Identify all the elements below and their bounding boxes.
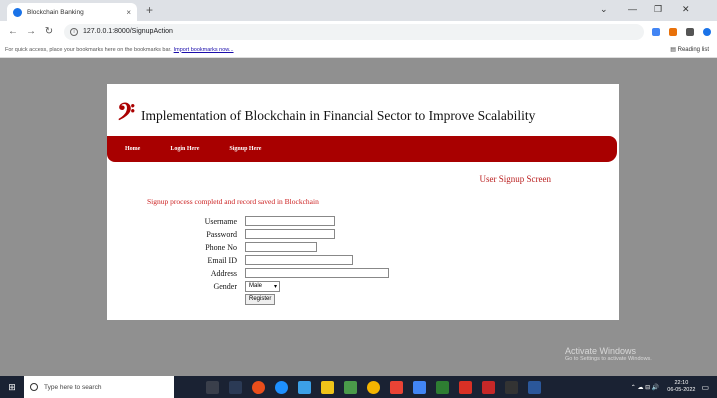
password-input[interactable] [245,229,335,239]
new-tab-button[interactable]: + [146,3,153,17]
reading-list-button[interactable]: ▤ Reading list [670,46,709,53]
tab-strip: Blockchain Banking × + ⌄ — ❐ ✕ [0,0,717,21]
tab-search-chevron-icon[interactable]: ⌄ [600,4,608,15]
app-icon[interactable] [413,380,426,394]
chevron-down-icon: ▾ [273,283,277,290]
taskbar-clock[interactable]: 22:10 06-05-2022 [667,380,695,394]
watermark-title: Activate Windows [565,346,637,356]
edge-icon[interactable] [275,380,288,394]
nav-home[interactable]: Home [125,146,140,152]
gender-label: Gender [213,281,237,291]
username-label: Username [204,216,237,226]
site-title: Implementation of Blockchain in Financia… [141,108,536,123]
register-button[interactable]: Register [245,293,276,305]
bookmarks-bar: For quick access, place your bookmarks h… [0,42,717,58]
search-icon [30,383,38,391]
url-text: 127.0.0.1:8000/SignupAction [83,28,173,35]
extension-icons [652,27,711,36]
gender-value: Male [249,283,263,289]
file-explorer-icon[interactable] [321,380,334,394]
shield-icon[interactable] [703,27,711,36]
system-tray: ⌃ ☁ ⊟ 🔊 22:10 06-05-2022 ▭ [631,376,717,398]
reading-list-label: Reading list [677,47,709,53]
task-view-icon[interactable] [229,380,242,394]
pdf-icon[interactable] [459,380,472,394]
activate-windows-watermark: Activate Windows Go to Settings to activ… [565,346,652,362]
close-tab-icon[interactable]: × [126,8,131,17]
address-bar[interactable]: i 127.0.0.1:8000/SignupAction [64,23,644,40]
username-input[interactable] [245,216,335,226]
forward-icon[interactable]: → [26,26,36,37]
app-icon[interactable] [252,380,265,394]
windows-start-icon[interactable]: ⊞ [0,376,24,398]
tray-icons[interactable]: ⌃ ☁ ⊟ 🔊 [631,384,660,391]
nav-login[interactable]: Login Here [170,146,199,152]
pinned-apps [206,380,541,394]
clock-time: 22:10 [674,380,689,386]
reload-icon[interactable]: ↻ [44,26,54,37]
gender-select[interactable]: Male ▾ [245,280,280,292]
browser-tab[interactable]: Blockchain Banking × [7,3,137,21]
app-icon[interactable] [436,380,449,394]
address-label: Address [210,268,237,278]
taskbar-search[interactable]: Type here to search [24,376,174,398]
back-icon[interactable]: ← [8,26,18,37]
page-viewport: 𝄢 Implementation of Blockchain in Financ… [0,58,717,376]
email-label: Email ID [207,255,237,265]
main-navbar: Home Login Here Signup Here [107,136,617,162]
app-icon[interactable] [344,380,357,394]
address-input[interactable] [245,268,389,278]
site-header: 𝄢 Implementation of Blockchain in Financ… [117,102,535,130]
nav-signup[interactable]: Signup Here [229,146,261,152]
extension-icon[interactable] [652,27,660,36]
store-icon[interactable] [298,380,311,394]
search-placeholder: Type here to search [44,383,102,391]
import-bookmarks-link[interactable]: Import bookmarks now... [174,47,234,53]
globe-icon [13,7,22,17]
email-input[interactable] [245,255,353,265]
watermark-subtitle: Go to Settings to activate Windows. [565,356,652,362]
notification-icon[interactable]: ▭ [701,383,709,392]
browser-toolbar: ← → ↻ i 127.0.0.1:8000/SignupAction [0,21,717,42]
info-icon[interactable]: i [70,27,78,36]
microphone-icon[interactable] [206,380,219,394]
maximize-button[interactable]: ❐ [654,4,662,15]
clock-date: 06-05-2022 [667,387,696,393]
chrome-icon[interactable] [367,380,380,394]
close-window-button[interactable]: ✕ [682,4,690,15]
password-label: Password [206,229,237,239]
tab-title: Blockchain Banking [27,8,84,16]
phone-input[interactable] [245,242,317,252]
terminal-icon[interactable] [505,380,518,394]
phone-label: Phone No [205,242,237,252]
bookmarks-hint: For quick access, place your bookmarks h… [5,46,172,53]
minimize-button[interactable]: — [628,4,637,14]
app-icon[interactable] [390,380,403,394]
metamask-icon[interactable] [669,27,677,36]
screen-title: User Signup Screen [479,174,552,184]
status-message: Signup process completd and record saved… [147,197,319,206]
puzzle-icon[interactable] [686,27,694,36]
word-icon[interactable] [528,380,541,394]
bass-clef-logo-icon: 𝄢 [117,100,136,131]
content-card: 𝄢 Implementation of Blockchain in Financ… [107,84,619,320]
windows-taskbar: ⊞ Type here to search ⌃ ☁ ⊟ 🔊 22:10 06-0… [0,376,717,398]
app-icon[interactable] [482,380,495,394]
